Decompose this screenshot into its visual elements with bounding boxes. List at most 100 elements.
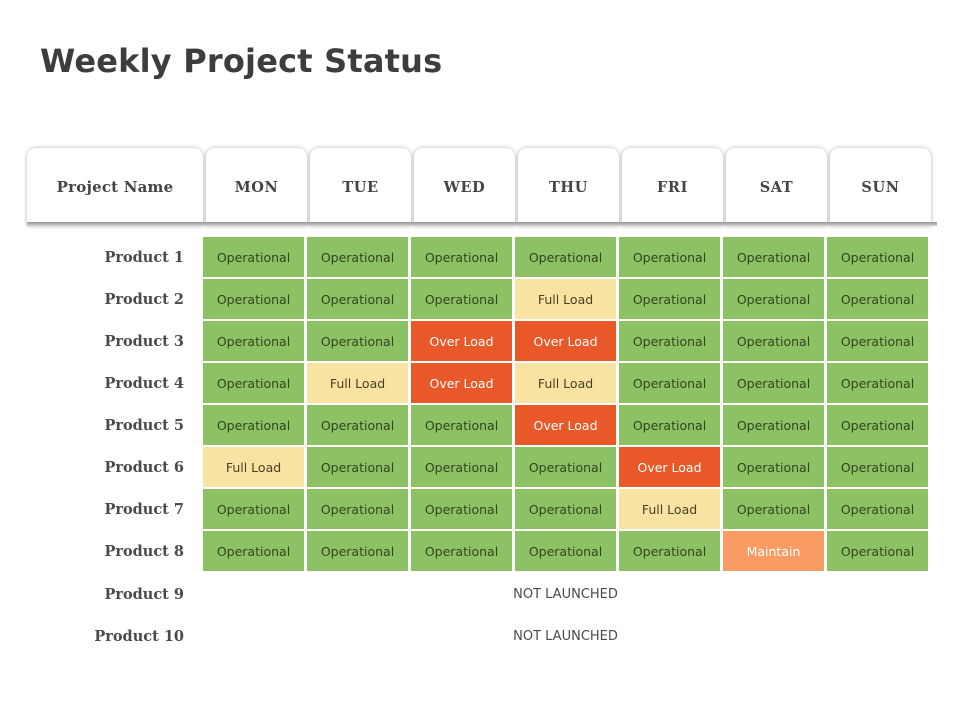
row-label-project: Product 6 bbox=[104, 458, 184, 476]
status-cell-operational[interactable]: Operational bbox=[411, 489, 512, 529]
row-label-project: Product 3 bbox=[104, 332, 184, 350]
table-row: Product 4 Operational Full Load Over Load Fu… bbox=[27, 363, 937, 403]
status-cell-operational[interactable]: Operational bbox=[827, 363, 928, 403]
header-label-fri: FRI bbox=[657, 178, 688, 196]
not-launched-label: NOT LAUNCHED bbox=[513, 628, 618, 644]
status-cell-operational[interactable]: Operational bbox=[723, 279, 824, 319]
header-underline-divider bbox=[27, 222, 937, 226]
header-cell-sat[interactable]: SAT bbox=[726, 148, 827, 226]
row-label-project: Product 1 bbox=[104, 248, 184, 266]
row-label-project: Product 10 bbox=[94, 627, 184, 645]
status-cell-operational[interactable]: Operational bbox=[203, 489, 304, 529]
status-cell-operational[interactable]: Operational bbox=[307, 447, 408, 487]
status-cell-operational[interactable]: Operational bbox=[723, 363, 824, 403]
status-cell-operational[interactable]: Operational bbox=[723, 447, 824, 487]
status-cell-over-load[interactable]: Over Load bbox=[411, 321, 512, 361]
status-cell-operational[interactable]: Operational bbox=[619, 237, 720, 277]
header-cell-fri[interactable]: FRI bbox=[622, 148, 723, 226]
header-label-sun: SUN bbox=[861, 178, 900, 196]
header-label-mon: MON bbox=[234, 178, 279, 196]
status-cell-operational[interactable]: Operational bbox=[827, 237, 928, 277]
status-cell-full-load[interactable]: Full Load bbox=[307, 363, 408, 403]
status-cell-operational[interactable]: Operational bbox=[827, 531, 928, 571]
status-cell-operational[interactable]: Operational bbox=[203, 531, 304, 571]
status-cell-operational[interactable]: Operational bbox=[411, 405, 512, 445]
row-label-project: Product 7 bbox=[104, 500, 184, 518]
status-cell-operational[interactable]: Operational bbox=[307, 405, 408, 445]
status-cell-operational[interactable]: Operational bbox=[619, 363, 720, 403]
status-cell-operational[interactable]: Operational bbox=[827, 405, 928, 445]
header-cell-tue[interactable]: TUE bbox=[310, 148, 411, 226]
table-row: Product 5 Operational Operational Operation… bbox=[27, 405, 937, 445]
status-cell-operational[interactable]: Operational bbox=[307, 489, 408, 529]
status-cell-full-load[interactable]: Full Load bbox=[619, 489, 720, 529]
row-cells: Operational Operational Operational Full Lo… bbox=[203, 279, 937, 319]
header-label-project-name: Project Name bbox=[56, 178, 174, 196]
status-cell-full-load[interactable]: Full Load bbox=[203, 447, 304, 487]
header-label-wed: WED bbox=[443, 178, 486, 196]
slide-canvas: Weekly Project Status Project Name MON T… bbox=[0, 0, 960, 720]
row-cells: Operational Operational Operational Operati… bbox=[203, 237, 937, 277]
status-cell-operational[interactable]: Operational bbox=[515, 447, 616, 487]
status-cell-full-load[interactable]: Full Load bbox=[515, 363, 616, 403]
status-cell-operational[interactable]: Operational bbox=[827, 279, 928, 319]
status-cell-operational[interactable]: Operational bbox=[723, 489, 824, 529]
row-label-project: Product 8 bbox=[104, 542, 184, 560]
status-cell-operational[interactable]: Operational bbox=[307, 321, 408, 361]
status-cell-operational[interactable]: Operational bbox=[827, 321, 928, 361]
status-cell-operational[interactable]: Operational bbox=[203, 279, 304, 319]
header-cell-wed[interactable]: WED bbox=[414, 148, 515, 226]
status-cell-operational[interactable]: Operational bbox=[411, 279, 512, 319]
not-launched-row: Product 9 NOT LAUNCHED bbox=[27, 573, 937, 615]
row-cells: Operational Operational Operational Over Lo… bbox=[203, 405, 937, 445]
row-cells: Operational Operational Over Load Over Load… bbox=[203, 321, 937, 361]
status-cell-operational[interactable]: Operational bbox=[827, 447, 928, 487]
status-cell-operational[interactable]: Operational bbox=[619, 279, 720, 319]
status-cell-operational[interactable]: Operational bbox=[723, 321, 824, 361]
not-launched-section: Product 9 NOT LAUNCHED Product 10 NOT LAUNC… bbox=[27, 573, 937, 657]
status-cell-operational[interactable]: Operational bbox=[203, 321, 304, 361]
header-cell-project-name[interactable]: Project Name bbox=[27, 148, 203, 226]
status-cell-operational[interactable]: Operational bbox=[827, 489, 928, 529]
status-cell-operational[interactable]: Operational bbox=[515, 531, 616, 571]
status-cell-operational[interactable]: Operational bbox=[515, 489, 616, 529]
status-cell-maintain[interactable]: Maintain bbox=[723, 531, 824, 571]
status-cell-operational[interactable]: Operational bbox=[203, 237, 304, 277]
status-cell-operational[interactable]: Operational bbox=[619, 405, 720, 445]
status-cell-operational[interactable]: Operational bbox=[411, 531, 512, 571]
status-cell-over-load[interactable]: Over Load bbox=[411, 363, 512, 403]
row-label-project: Product 4 bbox=[104, 374, 184, 392]
status-cell-full-load[interactable]: Full Load bbox=[515, 279, 616, 319]
status-cell-operational[interactable]: Operational bbox=[307, 531, 408, 571]
status-cell-over-load[interactable]: Over Load bbox=[619, 447, 720, 487]
status-cell-operational[interactable]: Operational bbox=[411, 447, 512, 487]
status-cell-over-load[interactable]: Over Load bbox=[515, 321, 616, 361]
header-label-thu: THU bbox=[549, 178, 588, 196]
status-cell-operational[interactable]: Operational bbox=[723, 405, 824, 445]
table-row: Product 2 Operational Operational Operation… bbox=[27, 279, 937, 319]
header-label-tue: TUE bbox=[342, 178, 379, 196]
row-cells: Operational Operational Operational Operati… bbox=[203, 489, 937, 529]
row-label-project: Product 9 bbox=[104, 585, 184, 603]
status-cell-operational[interactable]: Operational bbox=[203, 363, 304, 403]
table-row: Product 6 Full Load Operational Operational… bbox=[27, 447, 937, 487]
status-cell-operational[interactable]: Operational bbox=[411, 237, 512, 277]
status-cell-operational[interactable]: Operational bbox=[619, 531, 720, 571]
status-cell-operational[interactable]: Operational bbox=[307, 237, 408, 277]
empty-cells-spacer bbox=[203, 573, 515, 615]
header-cell-thu[interactable]: THU bbox=[518, 148, 619, 226]
status-cell-operational[interactable]: Operational bbox=[515, 237, 616, 277]
not-launched-label: NOT LAUNCHED bbox=[513, 586, 618, 602]
table-row: Product 3 Operational Operational Over Load… bbox=[27, 321, 937, 361]
header-cell-sun[interactable]: SUN bbox=[830, 148, 931, 226]
status-cell-operational[interactable]: Operational bbox=[619, 321, 720, 361]
table-body: Product 1 Operational Operational Operation… bbox=[27, 237, 937, 571]
header-cell-mon[interactable]: MON bbox=[206, 148, 307, 226]
empty-cells-spacer bbox=[203, 615, 515, 657]
status-cell-over-load[interactable]: Over Load bbox=[515, 405, 616, 445]
status-cell-operational[interactable]: Operational bbox=[203, 405, 304, 445]
table-row: Product 1 Operational Operational Operation… bbox=[27, 237, 937, 277]
status-cell-operational[interactable]: Operational bbox=[307, 279, 408, 319]
status-cell-operational[interactable]: Operational bbox=[723, 237, 824, 277]
not-launched-row: Product 10 NOT LAUNCHED bbox=[27, 615, 937, 657]
